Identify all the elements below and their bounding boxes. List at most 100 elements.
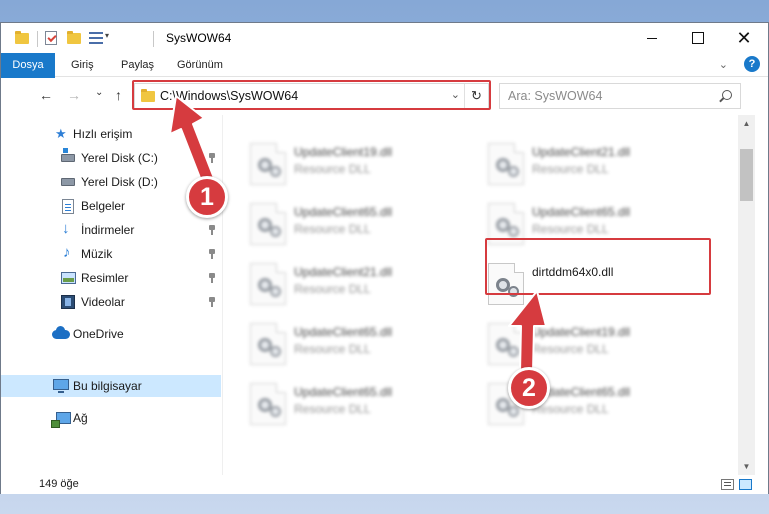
tab-paylas[interactable]: Paylaş [111,53,164,77]
sidebar-item-onedrive[interactable]: OneDrive [1,323,221,345]
address-dropdown-button[interactable]: ⌄ [451,88,460,101]
pictures-icon [61,272,76,284]
downloads-icon: ↓ [62,220,70,237]
tab-giris[interactable]: Giriş [61,53,104,77]
search-input[interactable]: Ara: SysWOW64 [508,89,602,103]
dll-file-icon [488,323,524,365]
file-item[interactable]: UpdateClient19.dll Resource DLL [250,143,480,193]
file-description: Resource DLL [294,222,371,236]
up-button[interactable]: ↑ [115,87,122,103]
new-folder-icon[interactable] [67,31,81,44]
drive-d-icon [61,178,75,186]
view-icon[interactable] [89,32,103,44]
file-description: Resource DLL [532,222,609,236]
file-name: UpdateClient65.dll [294,325,393,339]
file-description: Resource DLL [294,162,371,176]
title-separator [153,31,154,47]
recent-locations-button[interactable]: ⌄ [95,87,103,98]
file-description: Resource DLL [294,342,371,356]
sidebar-item-label: Yerel Disk (C:) [81,151,158,165]
sidebar-item-network[interactable]: Ağ [1,407,221,429]
vertical-scrollbar[interactable]: ▲ ▼ [738,115,755,475]
address-path[interactable]: C:\Windows\SysWOW64 [160,89,298,103]
pin-icon[interactable] [208,273,216,283]
file-item[interactable]: UpdateClient65.dll Resource DLL [250,383,480,433]
file-item[interactable]: UpdateClient65.dll Resource DLL [250,323,480,373]
navigation-bar: ← → ⌄ ↑ C:\Windows\SysWOW64 ⌄ ↻ Ara: Sys… [1,78,768,114]
step-badge-2: 2 [508,367,550,409]
window-title: SysWOW64 [166,31,232,45]
sidebar-item-pictures[interactable]: Resimler [1,267,221,289]
pin-icon[interactable] [208,153,216,163]
quick-access-separator [37,31,38,47]
title-bar: ▾ SysWOW64 ✕ [1,23,768,53]
file-description: Resource DLL [294,402,371,416]
sidebar-item-label: Resimler [81,271,129,285]
expand-ribbon-chevron-icon[interactable]: ⌄ [719,58,728,71]
file-name: UpdateClient65.dll [294,385,393,399]
sidebar-item-label: Videolar [81,295,125,309]
file-item[interactable]: UpdateClient19.dll Resource DLL [488,323,718,373]
search-box[interactable]: Ara: SysWOW64 [499,83,741,109]
address-bar[interactable]: C:\Windows\SysWOW64 ⌄ ↻ [134,83,489,109]
large-icons-view-icon[interactable] [739,479,752,490]
sidebar-item-music[interactable]: ♪ Müzik [1,243,221,265]
back-button[interactable]: ← [39,87,53,103]
documents-icon [62,199,74,214]
properties-icon[interactable] [45,31,57,45]
sidebar-item-quick-access[interactable]: ★ Hızlı erişim [1,123,221,145]
search-icon[interactable] [722,90,732,100]
navigation-pane: ★ Hızlı erişim Yerel Disk (C:) Yerel Dis… [1,115,223,475]
file-item[interactable]: UpdateClient21.dll Resource DLL [250,263,480,313]
close-button[interactable]: ✕ [721,23,767,53]
status-bar: 149 öğe [1,476,768,494]
file-item[interactable]: UpdateClient65.dll Resource DLL [488,203,718,253]
minimize-button[interactable] [629,23,675,53]
scroll-up-button[interactable]: ▲ [738,115,755,132]
dll-file-icon [488,263,524,305]
file-item-dirtddm64x0[interactable]: dirtddm64x0.dll [488,263,718,313]
folder-icon[interactable] [15,31,29,44]
sidebar-item-label: Hızlı erişim [73,127,133,141]
sidebar-item-drive-c[interactable]: Yerel Disk (C:) [1,147,221,169]
music-icon: ♪ [63,244,71,261]
file-item[interactable]: UpdateClient21.dll Resource DLL [488,143,718,193]
onedrive-icon [52,326,70,339]
tab-gorunum[interactable]: Görünüm [167,53,233,77]
sidebar-item-videos[interactable]: Videolar [1,291,221,313]
dll-file-icon [250,203,286,245]
file-description: Resource DLL [532,402,609,416]
file-description: Resource DLL [532,342,609,356]
dll-file-icon [488,143,524,185]
videos-icon [61,295,75,309]
ribbon: Dosya Giriş Paylaş Görünüm ⌄ ? [1,53,768,103]
network-icon [51,412,71,428]
file-description: Resource DLL [294,282,371,296]
customize-caret-icon[interactable]: ▾ [105,31,109,47]
this-pc-icon [53,379,69,393]
sidebar-item-downloads[interactable]: ↓ İndirmeler [1,219,221,241]
sidebar-item-label: OneDrive [73,327,124,341]
pin-icon[interactable] [208,225,216,235]
drive-c-icon [61,148,75,162]
step-badge-1: 1 [186,176,228,218]
file-name: UpdateClient19.dll [294,145,393,159]
details-view-icon[interactable] [721,479,734,490]
pin-icon[interactable] [208,249,216,259]
dll-file-icon [250,263,286,305]
forward-button[interactable]: → [67,87,81,103]
file-item[interactable]: UpdateClient65.dll Resource DLL [250,203,480,253]
sidebar-item-this-pc[interactable]: Bu bilgisayar [1,375,221,397]
pin-icon[interactable] [208,297,216,307]
dll-file-icon [250,143,286,185]
dll-file-icon [488,203,524,245]
refresh-button[interactable]: ↻ [464,84,488,108]
file-name: UpdateClient21.dll [294,265,393,279]
file-description: Resource DLL [532,162,609,176]
file-name: UpdateClient19.dll [532,325,631,339]
scroll-down-button[interactable]: ▼ [738,458,755,475]
item-count: 149 öğe [39,478,79,490]
scroll-thumb[interactable] [740,149,753,201]
help-icon[interactable]: ? [744,56,760,72]
maximize-button[interactable] [675,23,721,53]
